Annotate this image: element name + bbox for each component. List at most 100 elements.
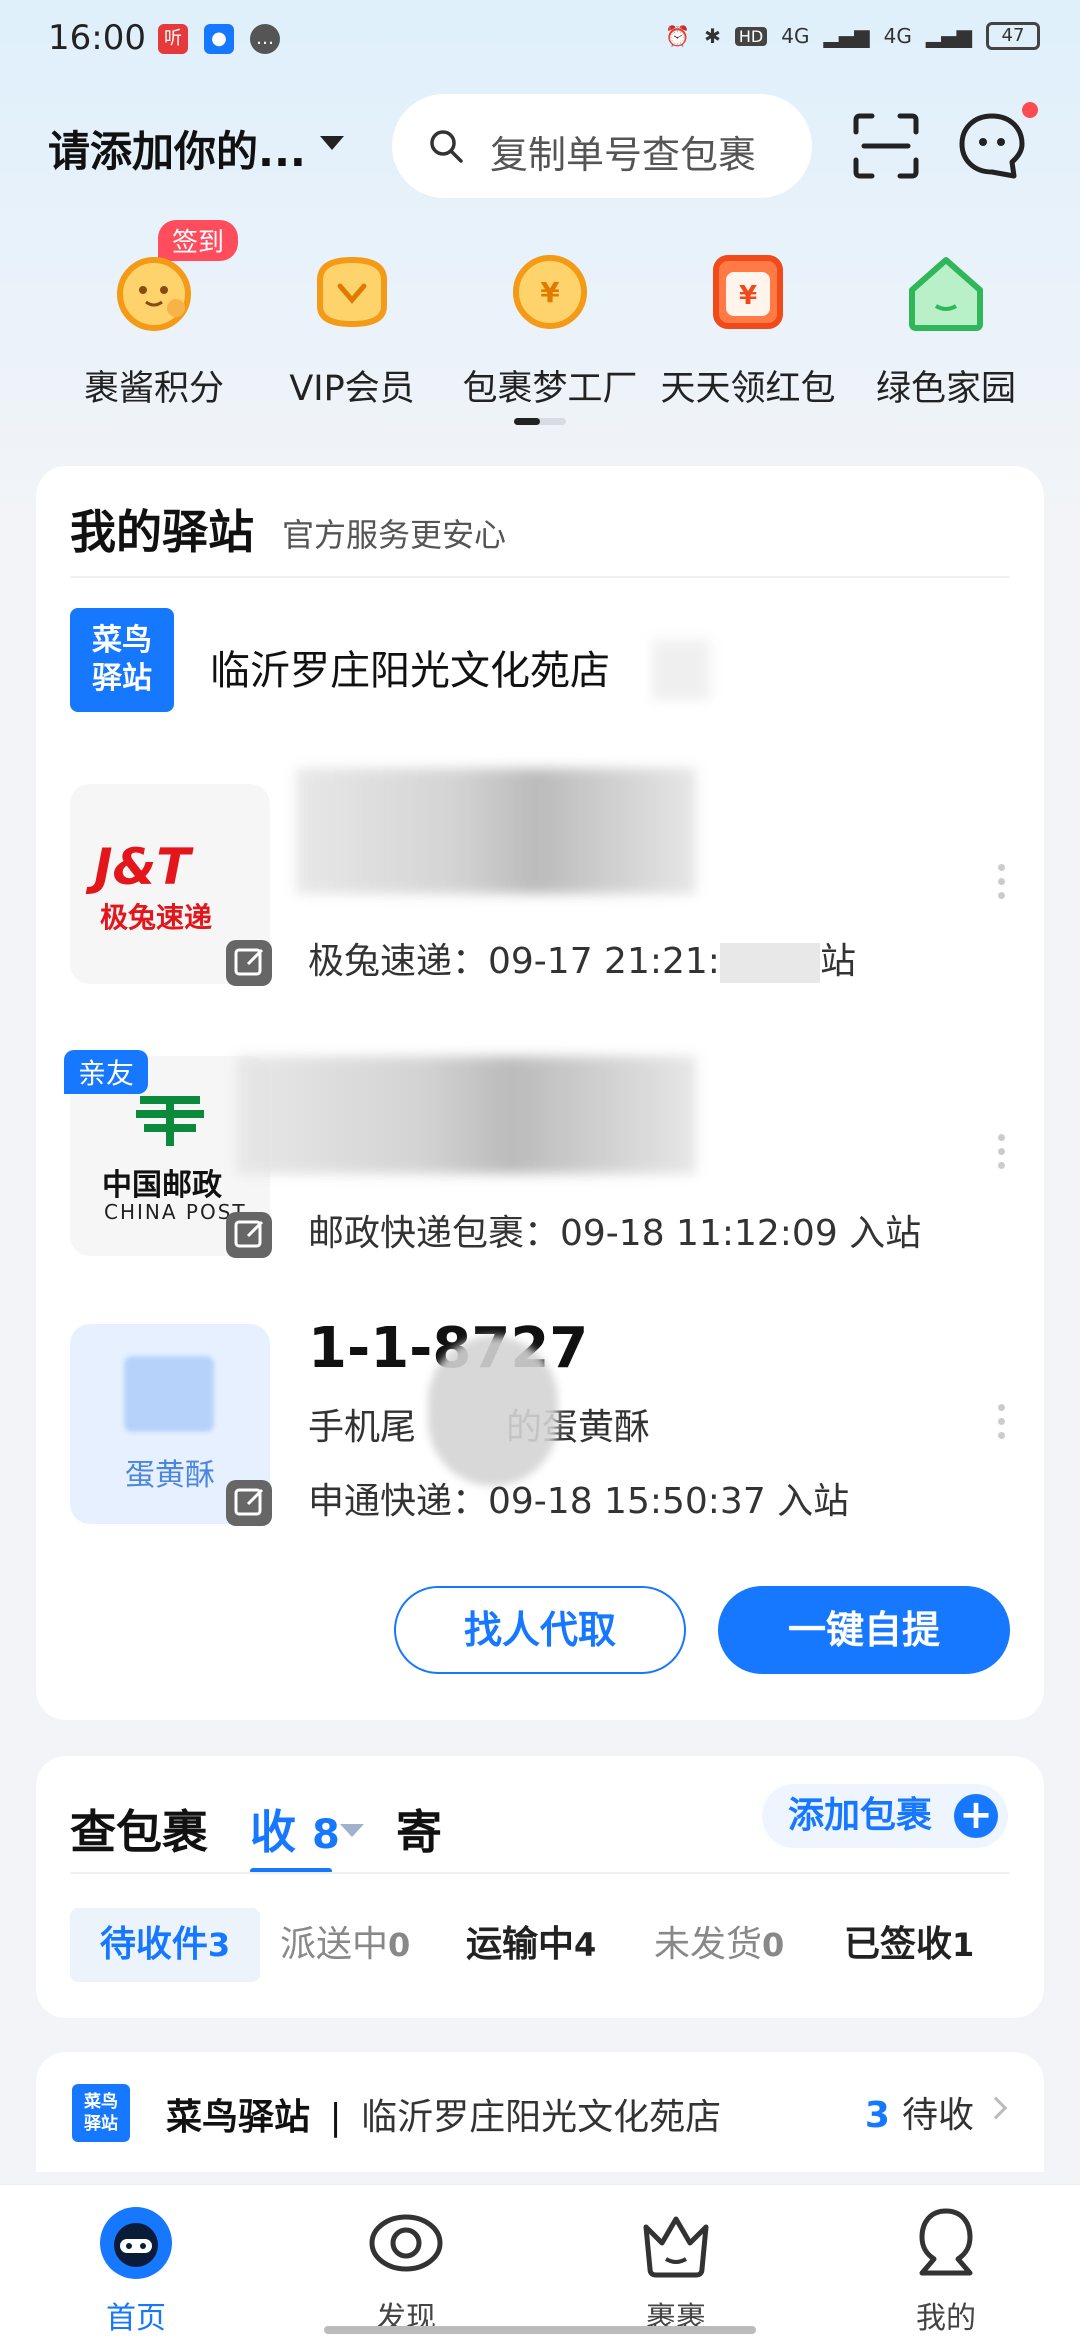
summary-station: 临沂罗庄阳光文化苑店 [361,2097,722,2138]
status-count: 3 [207,1926,231,1964]
bot-app-icon: ● [204,24,234,54]
package-query-title: 查包裹 [70,1805,208,1859]
status-time: 16:00 [48,18,146,58]
logo-line: 菜鸟 [92,623,152,658]
china-post-emblem-icon [136,1096,204,1146]
red-packet-icon: ¥ [713,255,783,329]
status-label: 运输中 [466,1924,575,1965]
search-icon [430,130,463,163]
pager-indicator [514,418,540,425]
edit-icon[interactable] [226,1212,272,1258]
status-count: 0 [762,1926,785,1964]
quick-label: 包裹梦工厂 [462,369,638,409]
jt-logo-cn: 极兔速递 [100,901,213,934]
status-bar: 16:00 听 ● … ⏰ ✱ HD 4G ▂▄▆ 4G ▂▄▆ 47 [0,0,1080,80]
home-mascot-icon [100,2207,172,2279]
add-package-label: 添加包裹 [787,1795,932,1836]
more-icon[interactable] [998,864,1006,906]
quick-entry-points[interactable]: 裹酱积分 [54,250,254,411]
crown-icon [643,2216,709,2278]
message-icon[interactable] [956,110,1028,182]
status-label: 派送中 [280,1924,389,1965]
quick-entry-red-packet[interactable]: ¥ 天天领红包 [648,250,848,411]
nav-label: 首页 [106,2301,166,2336]
search-bar[interactable]: 复制单号查包裹 [392,94,812,198]
status-count: 4 [574,1926,597,1964]
card-title: 我的驿站 [70,505,254,559]
status-not-shipped[interactable]: 未发货0 [654,1908,784,1982]
network-4g-2: 4G [883,24,912,48]
home-indicator[interactable] [324,2326,756,2334]
status-count: 1 [952,1926,975,1964]
quick-label: 天天领红包 [660,369,836,409]
chevron-right-icon [984,2096,1008,2120]
tab-send[interactable]: 寄 [396,1796,442,1862]
nav-discover[interactable]: 发现 [336,2205,476,2337]
green-home-icon [909,257,983,331]
quick-label: VIP会员 [289,369,415,409]
nav-home[interactable]: 首页 [66,2205,206,2337]
china-post-cn: 中国邮政 [102,1168,222,1203]
summary-separator: | [329,2097,342,2138]
quick-entry-factory[interactable]: ¥ 包裹梦工厂 [450,250,650,411]
quick-label: 绿色家园 [875,369,1016,409]
proxy-pickup-button[interactable]: 找人代取 [394,1586,686,1674]
self-pickup-button[interactable]: 一键自提 [718,1586,1010,1674]
location-selector[interactable]: 请添加你的... [48,118,306,179]
status-label: 已签收 [844,1924,953,1965]
summary-brand: 菜鸟驿站 [166,2097,311,2138]
battery-icon: 47 [986,22,1040,50]
logo-line: 驿站 [92,661,152,696]
nav-mine[interactable]: 我的 [876,2205,1016,2337]
alarm-icon: ⏰ [665,24,691,48]
station-name[interactable]: 临沂罗庄阳光文化苑店 [210,638,610,696]
logo-line: 菜鸟 [84,2092,118,2112]
friend-tag: 亲友 [64,1050,149,1094]
coin-icon: ¥ [513,255,587,329]
redaction [428,1336,558,1486]
quick-entry-green-home[interactable]: 绿色家园 [846,250,1046,411]
listen-app-icon: 听 [158,24,188,54]
status-delivering[interactable]: 派送中0 [280,1908,410,1982]
station-summary-row[interactable]: 菜鸟 驿站 菜鸟驿站 | 临沂罗庄阳光文化苑店 3 待收 [36,2052,1044,2172]
status-label: 未发货 [654,1924,763,1965]
status-pending[interactable]: 待收件3 [70,1908,260,1982]
add-package-button[interactable]: 添加包裹 + [761,1784,1008,1848]
package-info: 邮政快递包裹：09-18 11:12:09 入站 [308,1213,922,1254]
more-icon[interactable] [998,1404,1006,1446]
plus-icon: + [954,1794,998,1838]
redaction [719,943,820,983]
scan-icon[interactable] [850,110,922,182]
status-in-transit[interactable]: 运输中4 [466,1908,596,1982]
search-placeholder: 复制单号查包裹 [490,133,757,177]
package-info-suffix: 站 [819,941,856,982]
cainiao-station-logo: 菜鸟 驿站 [72,2084,130,2142]
vip-icon [317,256,387,328]
mascot-icon [117,257,191,331]
package-query-card: 查包裹 收 8 寄 添加包裹 + 待收件3 派送中0 运输中4 未发货0 已签收… [36,1756,1044,2018]
chat-app-icon: … [250,24,280,54]
quick-entry-vip[interactable]: VIP会员 [252,250,452,411]
signal-icon-2: ▂▄▆ [925,24,972,48]
pending-label: 待收 [901,2095,974,2136]
station-summary-name: 菜鸟驿站 | 临沂罗庄阳光文化苑店 [166,2088,721,2140]
tab-receive-label: 收 [250,1805,296,1859]
package-info: 极兔速递：09-17 21:21: 站 [308,932,856,984]
jt-logo: J&T [94,838,191,896]
package-info-text: 极兔速递：09-17 21:21: [308,941,720,982]
nav-guoguo[interactable]: 裹裹 [606,2205,746,2337]
bottom-nav: 首页 发现 裹裹 我的 [0,2184,1080,2340]
card-subtitle: 官方服务更安心 [282,516,507,554]
svg-text:¥: ¥ [540,276,560,309]
hd-icon: HD [734,26,768,46]
more-icon[interactable] [998,1134,1006,1176]
tab-receive[interactable]: 收 8 [250,1796,340,1862]
tab-receive-count: 8 [312,1812,340,1858]
edit-icon[interactable] [226,940,272,986]
pending-count: 3 待收 [865,2086,974,2138]
caret-down-icon[interactable] [340,1824,364,1837]
edit-icon[interactable] [226,1480,272,1526]
caret-down-icon[interactable] [320,136,344,150]
status-signed[interactable]: 已签收1 [844,1908,974,1982]
divider [70,576,1010,578]
